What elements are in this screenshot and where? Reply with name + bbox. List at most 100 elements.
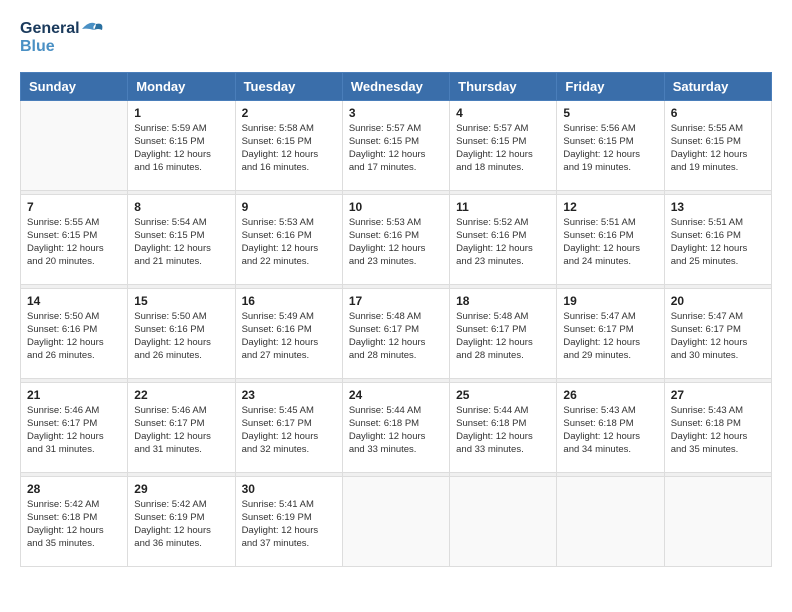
calendar-day-cell: 24 Sunrise: 5:44 AMSunset: 6:18 PMDayligh… [342,382,449,472]
day-info: Sunrise: 5:58 AMSunset: 6:15 PMDaylight:… [242,122,336,175]
calendar-day-cell: 2 Sunrise: 5:58 AMSunset: 6:15 PMDaylight… [235,100,342,190]
calendar-day-cell: 3 Sunrise: 5:57 AMSunset: 6:15 PMDaylight… [342,100,449,190]
day-number: 12 [563,200,657,214]
calendar-day-cell: 23 Sunrise: 5:45 AMSunset: 6:17 PMDayligh… [235,382,342,472]
day-number: 1 [134,106,228,120]
calendar-day-cell: 27 Sunrise: 5:43 AMSunset: 6:18 PMDayligh… [664,382,771,472]
calendar-day-cell [664,476,771,566]
day-info: Sunrise: 5:43 AMSunset: 6:18 PMDaylight:… [563,404,657,457]
day-number: 26 [563,388,657,402]
calendar-day-cell: 29 Sunrise: 5:42 AMSunset: 6:19 PMDayligh… [128,476,235,566]
day-number: 18 [456,294,550,308]
weekday-header: Sunday [21,72,128,100]
day-number: 24 [349,388,443,402]
calendar-day-cell: 30Sunrise: 5:41 AMSunset: 6:19 PMDayligh… [235,476,342,566]
day-info: Sunrise: 5:43 AMSunset: 6:18 PMDaylight:… [671,404,765,457]
calendar-day-cell: 4 Sunrise: 5:57 AMSunset: 6:15 PMDaylight… [450,100,557,190]
calendar-day-cell [342,476,449,566]
calendar-day-cell: 19Sunrise: 5:47 AMSunset: 6:17 PMDayligh… [557,288,664,378]
logo-general: General [20,20,80,38]
day-number: 22 [134,388,228,402]
day-info: Sunrise: 5:46 AMSunset: 6:17 PMDaylight:… [27,404,121,457]
calendar-day-cell: 20 Sunrise: 5:47 AMSunset: 6:17 PMDayligh… [664,288,771,378]
calendar-week-row: 14 Sunrise: 5:50 AMSunset: 6:16 PMDayligh… [21,288,772,378]
calendar-day-cell: 1 Sunrise: 5:59 AMSunset: 6:15 PMDaylight… [128,100,235,190]
calendar-day-cell: 6 Sunrise: 5:55 AMSunset: 6:15 PMDaylight… [664,100,771,190]
day-number: 20 [671,294,765,308]
day-number: 16 [242,294,336,308]
weekday-header: Thursday [450,72,557,100]
logo-blue: Blue [20,38,104,56]
day-number: 8 [134,200,228,214]
weekday-header: Tuesday [235,72,342,100]
day-number: 21 [27,388,121,402]
day-info: Sunrise: 5:44 AMSunset: 6:18 PMDaylight:… [456,404,550,457]
day-info: Sunrise: 5:55 AMSunset: 6:15 PMDaylight:… [27,216,121,269]
day-number: 29 [134,482,228,496]
calendar-day-cell: 7 Sunrise: 5:55 AMSunset: 6:15 PMDaylight… [21,194,128,284]
day-info: Sunrise: 5:57 AMSunset: 6:15 PMDaylight:… [349,122,443,175]
day-number: 2 [242,106,336,120]
day-number: 17 [349,294,443,308]
day-number: 13 [671,200,765,214]
calendar-week-row: 21 Sunrise: 5:46 AMSunset: 6:17 PMDayligh… [21,382,772,472]
day-info: Sunrise: 5:54 AMSunset: 6:15 PMDaylight:… [134,216,228,269]
day-number: 28 [27,482,121,496]
calendar-day-cell: 13 Sunrise: 5:51 AMSunset: 6:16 PMDayligh… [664,194,771,284]
calendar-week-row: 1 Sunrise: 5:59 AMSunset: 6:15 PMDaylight… [21,100,772,190]
day-info: Sunrise: 5:53 AMSunset: 6:16 PMDaylight:… [349,216,443,269]
calendar-week-row: 28 Sunrise: 5:42 AMSunset: 6:18 PMDayligh… [21,476,772,566]
day-info: Sunrise: 5:56 AMSunset: 6:15 PMDaylight:… [563,122,657,175]
day-number: 25 [456,388,550,402]
day-info: Sunrise: 5:46 AMSunset: 6:17 PMDaylight:… [134,404,228,457]
day-number: 19 [563,294,657,308]
day-number: 4 [456,106,550,120]
day-number: 30 [242,482,336,496]
calendar-day-cell: 15 Sunrise: 5:50 AMSunset: 6:16 PMDayligh… [128,288,235,378]
weekday-header: Saturday [664,72,771,100]
day-number: 5 [563,106,657,120]
day-number: 27 [671,388,765,402]
calendar-day-cell [557,476,664,566]
day-number: 3 [349,106,443,120]
day-info: Sunrise: 5:44 AMSunset: 6:18 PMDaylight:… [349,404,443,457]
day-number: 6 [671,106,765,120]
day-number: 15 [134,294,228,308]
day-info: Sunrise: 5:52 AMSunset: 6:16 PMDaylight:… [456,216,550,269]
calendar-day-cell [21,100,128,190]
day-info: Sunrise: 5:55 AMSunset: 6:15 PMDaylight:… [671,122,765,175]
day-info: Sunrise: 5:51 AMSunset: 6:16 PMDaylight:… [671,216,765,269]
calendar-day-cell: 18Sunrise: 5:48 AMSunset: 6:17 PMDayligh… [450,288,557,378]
calendar-day-cell [450,476,557,566]
day-number: 23 [242,388,336,402]
day-info: Sunrise: 5:57 AMSunset: 6:15 PMDaylight:… [456,122,550,175]
day-info: Sunrise: 5:42 AMSunset: 6:18 PMDaylight:… [27,498,121,551]
day-info: Sunrise: 5:59 AMSunset: 6:15 PMDaylight:… [134,122,228,175]
day-info: Sunrise: 5:45 AMSunset: 6:17 PMDaylight:… [242,404,336,457]
weekday-header: Wednesday [342,72,449,100]
calendar-day-cell: 14 Sunrise: 5:50 AMSunset: 6:16 PMDayligh… [21,288,128,378]
calendar-day-cell: 28 Sunrise: 5:42 AMSunset: 6:18 PMDayligh… [21,476,128,566]
day-info: Sunrise: 5:49 AMSunset: 6:16 PMDaylight:… [242,310,336,363]
day-number: 7 [27,200,121,214]
day-number: 14 [27,294,121,308]
calendar-day-cell: 11Sunrise: 5:52 AMSunset: 6:16 PMDayligh… [450,194,557,284]
day-info: Sunrise: 5:48 AMSunset: 6:17 PMDaylight:… [349,310,443,363]
day-info: Sunrise: 5:50 AMSunset: 6:16 PMDaylight:… [27,310,121,363]
logo: General Blue [20,20,104,56]
page-header: General Blue [20,20,772,56]
day-number: 10 [349,200,443,214]
day-info: Sunrise: 5:47 AMSunset: 6:17 PMDaylight:… [671,310,765,363]
day-info: Sunrise: 5:42 AMSunset: 6:19 PMDaylight:… [134,498,228,551]
logo-bird-icon [82,20,104,38]
day-info: Sunrise: 5:53 AMSunset: 6:16 PMDaylight:… [242,216,336,269]
weekday-header: Friday [557,72,664,100]
day-info: Sunrise: 5:50 AMSunset: 6:16 PMDaylight:… [134,310,228,363]
calendar-day-cell: 25 Sunrise: 5:44 AMSunset: 6:18 PMDayligh… [450,382,557,472]
logo-wordmark: General Blue [20,20,104,56]
weekday-header: Monday [128,72,235,100]
calendar-day-cell: 9Sunrise: 5:53 AMSunset: 6:16 PMDaylight… [235,194,342,284]
calendar-day-cell: 21 Sunrise: 5:46 AMSunset: 6:17 PMDayligh… [21,382,128,472]
calendar-day-cell: 22 Sunrise: 5:46 AMSunset: 6:17 PMDayligh… [128,382,235,472]
calendar-day-cell: 5 Sunrise: 5:56 AMSunset: 6:15 PMDaylight… [557,100,664,190]
